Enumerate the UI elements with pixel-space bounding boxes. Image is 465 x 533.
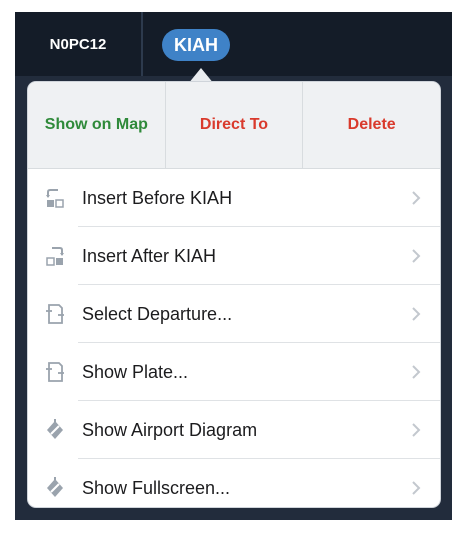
menu-item-insert-after[interactable]: Insert After KIAH <box>28 227 440 285</box>
menu-item-show-airport-diagram[interactable]: Show Airport Diagram <box>28 401 440 459</box>
menu-item-label: Select Departure... <box>82 303 233 324</box>
insert-before-icon <box>42 185 68 211</box>
route-waypoint-previous[interactable]: N0PC12 <box>15 12 143 76</box>
delete-label: Delete <box>347 116 396 133</box>
menu-item-label: Show Plate... <box>82 361 189 382</box>
direct-to-button[interactable]: Direct To <box>166 82 304 168</box>
airport-diagram-icon <box>42 417 68 443</box>
menu-item-show-fullscreen[interactable]: Show Fullscreen... <box>28 459 440 507</box>
menu-item-label: Insert After KIAH <box>82 245 217 266</box>
chevron-right-icon <box>406 246 426 266</box>
show-on-map-button[interactable]: Show on Map <box>28 82 166 168</box>
chevron-right-icon <box>406 478 426 498</box>
route-waypoint-previous-label: N0PC12 <box>49 35 107 53</box>
route-waypoint-selected-label: KIAH <box>174 35 218 55</box>
menu-item-select-departure[interactable]: Select Departure... <box>28 285 440 343</box>
menu-item-label: Show Airport Diagram <box>82 419 258 440</box>
menu-item-label: Insert Before KIAH <box>82 187 233 208</box>
direct-to-label: Direct To <box>199 116 269 133</box>
route-bar: N0PC12 KIAH <box>15 12 452 76</box>
fullscreen-diagram-icon <box>42 475 68 501</box>
waypoint-popover: Show on Map Direct To Delete Insert Befo… <box>28 82 440 507</box>
delete-button[interactable]: Delete <box>303 82 440 168</box>
insert-after-icon <box>42 243 68 269</box>
popover-action-bar: Show on Map Direct To Delete <box>28 82 440 169</box>
route-waypoint-selected[interactable]: KIAH <box>162 29 230 61</box>
chevron-right-icon <box>406 304 426 324</box>
chevron-right-icon <box>406 362 426 382</box>
menu-item-show-plate[interactable]: Show Plate... <box>28 343 440 401</box>
menu-item-insert-before[interactable]: Insert Before KIAH <box>28 169 440 227</box>
chevron-right-icon <box>406 420 426 440</box>
show-on-map-label: Show on Map <box>44 116 148 133</box>
app-window: N0PC12 KIAH Show on Map Direct To Delete <box>15 12 452 520</box>
departure-plate-icon <box>42 301 68 327</box>
chevron-right-icon <box>406 188 426 208</box>
plate-icon <box>42 359 68 385</box>
menu-item-label: Show Fullscreen... <box>82 477 231 498</box>
popover-menu: Insert Before KIAH Insert After KIAH Sel… <box>28 169 440 507</box>
